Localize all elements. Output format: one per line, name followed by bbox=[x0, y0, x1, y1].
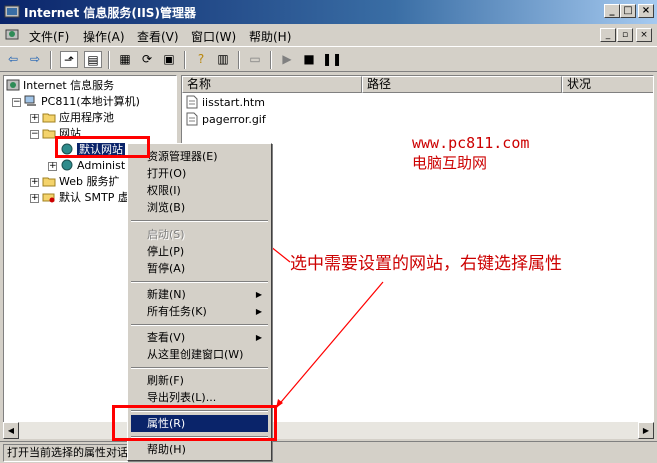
menu-item-help[interactable]: 帮助(H) bbox=[131, 441, 268, 458]
menu-label: 查看(V) bbox=[147, 331, 186, 344]
menu-item-permissions[interactable]: 权限(I) bbox=[131, 182, 268, 199]
menu-item-all-tasks[interactable]: 所有任务(K) ▶ bbox=[131, 303, 268, 320]
menu-separator bbox=[131, 367, 268, 369]
menu-item-pause[interactable]: 暂停(A) bbox=[131, 260, 268, 277]
highlight-box-site bbox=[55, 136, 150, 158]
menu-label: 所有任务(K) bbox=[147, 305, 207, 318]
menu-item-open[interactable]: 打开(O) bbox=[131, 165, 268, 182]
menu-item-refresh[interactable]: 刷新(F) bbox=[131, 372, 268, 389]
menu-item-export[interactable]: 导出列表(L)... bbox=[131, 389, 268, 406]
submenu-arrow-icon: ▶ bbox=[255, 307, 262, 316]
menu-separator bbox=[131, 324, 268, 326]
menu-item-new-window[interactable]: 从这里创建窗口(W) bbox=[131, 346, 268, 363]
menu-separator bbox=[131, 281, 268, 283]
menu-item-browse[interactable]: 浏览(B) bbox=[131, 199, 268, 216]
menu-item-resource-manager[interactable]: 资源管理器(E) bbox=[131, 148, 268, 165]
submenu-arrow-icon: ▶ bbox=[255, 290, 262, 299]
highlight-box-properties bbox=[112, 405, 277, 441]
menu-item-new[interactable]: 新建(N) ▶ bbox=[131, 286, 268, 303]
menu-item-stop[interactable]: 停止(P) bbox=[131, 243, 268, 260]
arrow-to-properties bbox=[275, 281, 384, 409]
submenu-arrow-icon: ▶ bbox=[255, 333, 262, 342]
annotation-arrows bbox=[151, 151, 384, 409]
menu-label: 新建(N) bbox=[147, 288, 186, 301]
menu-item-view[interactable]: 查看(V) ▶ bbox=[131, 329, 268, 346]
menu-separator bbox=[131, 220, 268, 222]
menu-item-start: 启动(S) bbox=[147, 228, 185, 241]
